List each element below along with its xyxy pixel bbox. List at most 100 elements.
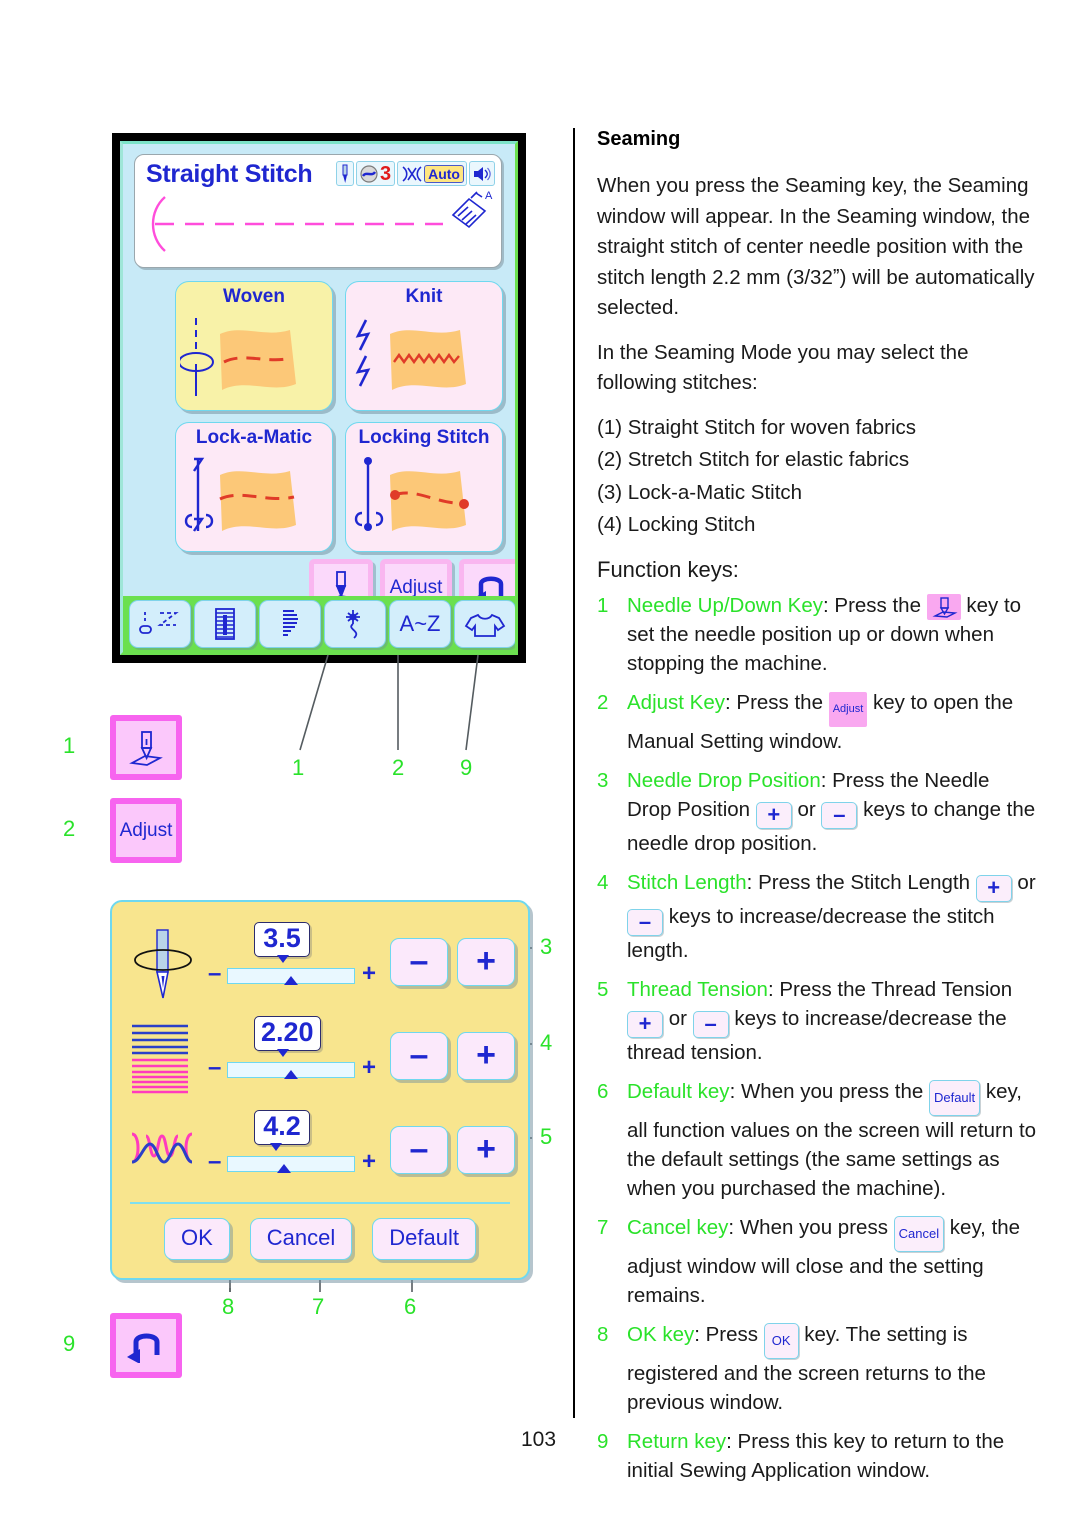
stitch-button-label: Woven (223, 286, 285, 307)
entry-body-a: : Press the Stitch Length (746, 870, 976, 894)
entry-name: Needle Drop Position (627, 768, 821, 792)
entry-name: Stitch Length (627, 870, 747, 894)
callout-thread-tension: 5 (540, 1124, 553, 1149)
stitch-button-woven[interactable]: Woven (175, 281, 333, 411)
section-heading: Seaming (597, 128, 681, 150)
stitch-preview-panel: Straight Stitch 3 Auto A (134, 154, 502, 268)
callout-default: 6 (404, 1294, 417, 1319)
entry-name: OK key (627, 1322, 695, 1346)
entry-name: Default key (627, 1079, 730, 1103)
stitch-button-label: Locking Stitch (358, 427, 490, 448)
plus-key-chip: + (627, 1010, 663, 1038)
entry-number: 2 (597, 690, 609, 714)
mode-paragraph: In the Seaming Mode you may select the f… (597, 340, 969, 395)
page-title: Straight Stitch (146, 160, 313, 188)
stitch-pattern-preview (143, 191, 495, 263)
thread-tension-slider[interactable] (227, 1156, 355, 1172)
stitch-button-locking-stitch[interactable]: Locking Stitch (345, 422, 503, 552)
needle-up-down-icon (926, 593, 961, 620)
needle-drop-minus-symbol: – (208, 960, 222, 987)
adjust-key-chip: Adjust (828, 691, 868, 727)
stitch-button-lock-a-matic[interactable]: Lock-a-Matic (175, 422, 333, 552)
stitch-length-minus-button[interactable]: – (390, 1032, 448, 1080)
callout-legend-return: 9 (63, 1331, 76, 1356)
entry-body-a: : Press the (725, 690, 829, 714)
function-key-entry-2: 2 Adjust Key: Press the Adjust key to op… (597, 688, 1037, 756)
svg-text:A: A (485, 190, 493, 202)
needle-drop-position-value: 3.5 (254, 922, 310, 957)
legend-needle-up-down-key[interactable] (110, 715, 182, 780)
stitch-length-icon (130, 1020, 196, 1100)
entry-mid: or (663, 1006, 693, 1030)
default-button[interactable]: Default (372, 1218, 476, 1260)
stitch-button-label: Lock-a-Matic (195, 427, 313, 448)
entry-body-b: keys to increase/decrease the stitch len… (627, 904, 995, 962)
slider-marker-up (277, 1164, 291, 1173)
entry-body-a: : Press the (823, 593, 927, 617)
cancel-button[interactable]: Cancel (249, 1218, 353, 1260)
function-key-entry-7: 7 Cancel key: When you press Cancel key,… (597, 1213, 1037, 1310)
function-key-entry-9: 9 Return key: Press this key to return t… (597, 1427, 1037, 1485)
locking-stitch-icon (350, 453, 500, 549)
thread-tension-minus-button[interactable]: – (390, 1126, 448, 1174)
needle-drop-plus-symbol: + (362, 960, 377, 987)
ok-button[interactable]: OK (164, 1218, 230, 1260)
needle-up-down-icon (116, 721, 176, 774)
needle-drop-position-row: 3.5 – + – + (112, 920, 528, 1012)
function-key-entry-5: 5 Thread Tension: Press the Thread Tensi… (597, 975, 1037, 1067)
callout-screen-return: 9 (460, 755, 473, 780)
plus-key-chip: + (755, 801, 792, 829)
tab-sewing-application[interactable] (454, 600, 515, 648)
tab-monogram[interactable]: A~Z (389, 600, 451, 648)
entry-mid: or (791, 797, 822, 821)
lcd-tab-strip: A~Z (123, 596, 515, 652)
tab-monogram-label: A~Z (399, 611, 441, 636)
thread-tension-plus-symbol: + (362, 1148, 377, 1175)
function-key-entry-1: 1 Needle Up/Down Key: Press the key to s… (597, 591, 1037, 678)
speaker-icon (469, 161, 495, 186)
callout-legend-adjust: 2 (63, 816, 76, 841)
manual-setting-window: 3.5 – + – + 2.20 – + – + 4.2 – + – + OK … (110, 900, 530, 1280)
slider-marker-down (277, 955, 289, 963)
thread-tension-plus-button[interactable]: + (457, 1126, 515, 1174)
presser-foot-value: 3 (379, 162, 392, 185)
status-icon-group: 3 Auto (335, 161, 495, 186)
function-key-entry-4: 4 Stitch Length: Press the Stitch Length… (597, 868, 1037, 965)
needle-drop-minus-button[interactable]: – (390, 938, 448, 986)
slider-marker-down (270, 1143, 282, 1151)
stitch-length-plus-button[interactable]: + (457, 1032, 515, 1080)
needle-drop-plus-button[interactable]: + (457, 938, 515, 986)
presser-foot-a-icon: A (449, 189, 495, 233)
entry-name: Needle Up/Down Key (627, 593, 823, 617)
entry-name: Return key (627, 1429, 727, 1453)
stitch-length-plus-symbol: + (362, 1054, 377, 1081)
cancel-key-chip: Cancel (893, 1215, 945, 1252)
minus-key-chip: – (821, 801, 858, 829)
entry-number: 4 (597, 870, 609, 894)
tab-applique[interactable] (324, 600, 386, 648)
entry-body-a: : When you press the (729, 1079, 929, 1103)
entry-number: 5 (597, 977, 609, 1001)
legend-return-key[interactable] (110, 1313, 182, 1378)
tab-buttonhole[interactable] (194, 600, 256, 648)
lock-a-matic-icon (180, 453, 330, 549)
needle-drop-position-icon (130, 926, 196, 1006)
function-keys-heading: Function keys: (597, 556, 739, 582)
entry-mid: or (1011, 870, 1036, 894)
page-number: 103 (521, 1428, 557, 1451)
entry-body-a: : Press the Thread Tension (767, 977, 1013, 1001)
tension-auto-badge: Auto (424, 164, 464, 183)
entry-number: 7 (597, 1215, 609, 1239)
legend-adjust-key[interactable]: Adjust (110, 798, 182, 863)
stitch-list-item: (4) Locking Stitch (597, 513, 756, 536)
needle-position-indicator (335, 161, 354, 186)
callout-needle-drop: 3 (540, 934, 553, 959)
left-illustration-column: Straight Stitch 3 Auto A Woven Knit Lock… (0, 0, 573, 1528)
slider-marker-up (284, 1070, 298, 1079)
tab-utility-stitch[interactable] (129, 600, 191, 648)
callout-screen-needle: 1 (292, 755, 305, 780)
tab-satin-stitch[interactable] (259, 600, 321, 648)
stitch-button-knit[interactable]: Knit (345, 281, 503, 411)
plus-key-chip: + (975, 874, 1012, 902)
entry-name: Adjust Key (627, 690, 725, 714)
